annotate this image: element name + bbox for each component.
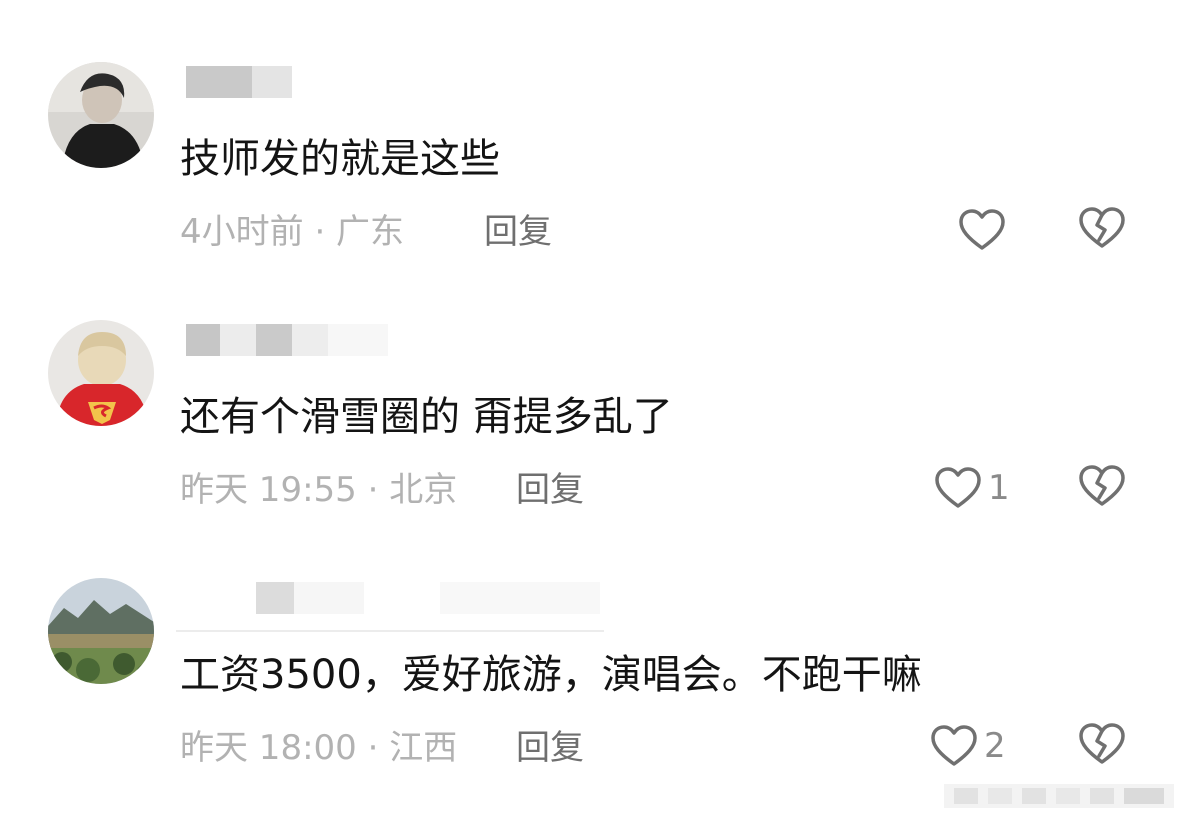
heart-outline-icon <box>935 467 981 508</box>
broken-heart-icon <box>1079 465 1125 506</box>
dislike-button[interactable] <box>1078 464 1126 512</box>
broken-heart-icon <box>1079 723 1125 764</box>
comment-item: 还有个滑雪圈的 甭提多乱了 昨天 19:55 · 北京 回复 1 <box>0 258 1178 516</box>
comment-item: 技师发的就是这些 4小时前 · 广东 回复 <box>0 0 1178 258</box>
comment-meta: 昨天 19:55 · 北京 <box>180 470 458 510</box>
comment-meta: 4小时前 · 广东 <box>180 212 405 252</box>
heart-outline-icon <box>931 725 977 766</box>
like-button[interactable]: 1 <box>934 464 1010 512</box>
like-count: 1 <box>988 468 1010 508</box>
username-redacted[interactable] <box>180 324 610 356</box>
dislike-button[interactable] <box>1078 722 1126 770</box>
like-button[interactable] <box>958 206 1012 254</box>
comment-meta: 昨天 18:00 · 江西 <box>180 728 458 768</box>
like-count: 2 <box>984 726 1006 766</box>
broken-heart-icon <box>1079 207 1125 248</box>
watermark-redacted <box>944 780 1174 812</box>
username-redacted[interactable] <box>180 66 610 98</box>
user-avatar[interactable] <box>48 320 154 426</box>
reply-button[interactable]: 回复 <box>516 468 584 512</box>
like-button[interactable]: 2 <box>930 722 1006 770</box>
username-redacted[interactable] <box>180 582 610 614</box>
comment-text: 还有个滑雪圈的 甭提多乱了 <box>180 394 673 440</box>
heart-outline-icon <box>959 209 1005 250</box>
comment-text: 技师发的就是这些 <box>180 136 500 182</box>
user-avatar[interactable] <box>48 62 154 168</box>
divider <box>176 630 604 632</box>
dislike-button[interactable] <box>1078 206 1126 254</box>
comment-item: 工资3500，爱好旅游，演唱会。不跑干嘛 昨天 18:00 · 江西 回复 2 <box>0 516 1178 774</box>
user-avatar[interactable] <box>48 578 154 684</box>
reply-button[interactable]: 回复 <box>516 726 584 770</box>
comment-text: 工资3500，爱好旅游，演唱会。不跑干嘛 <box>180 652 922 698</box>
reply-button[interactable]: 回复 <box>484 210 552 254</box>
